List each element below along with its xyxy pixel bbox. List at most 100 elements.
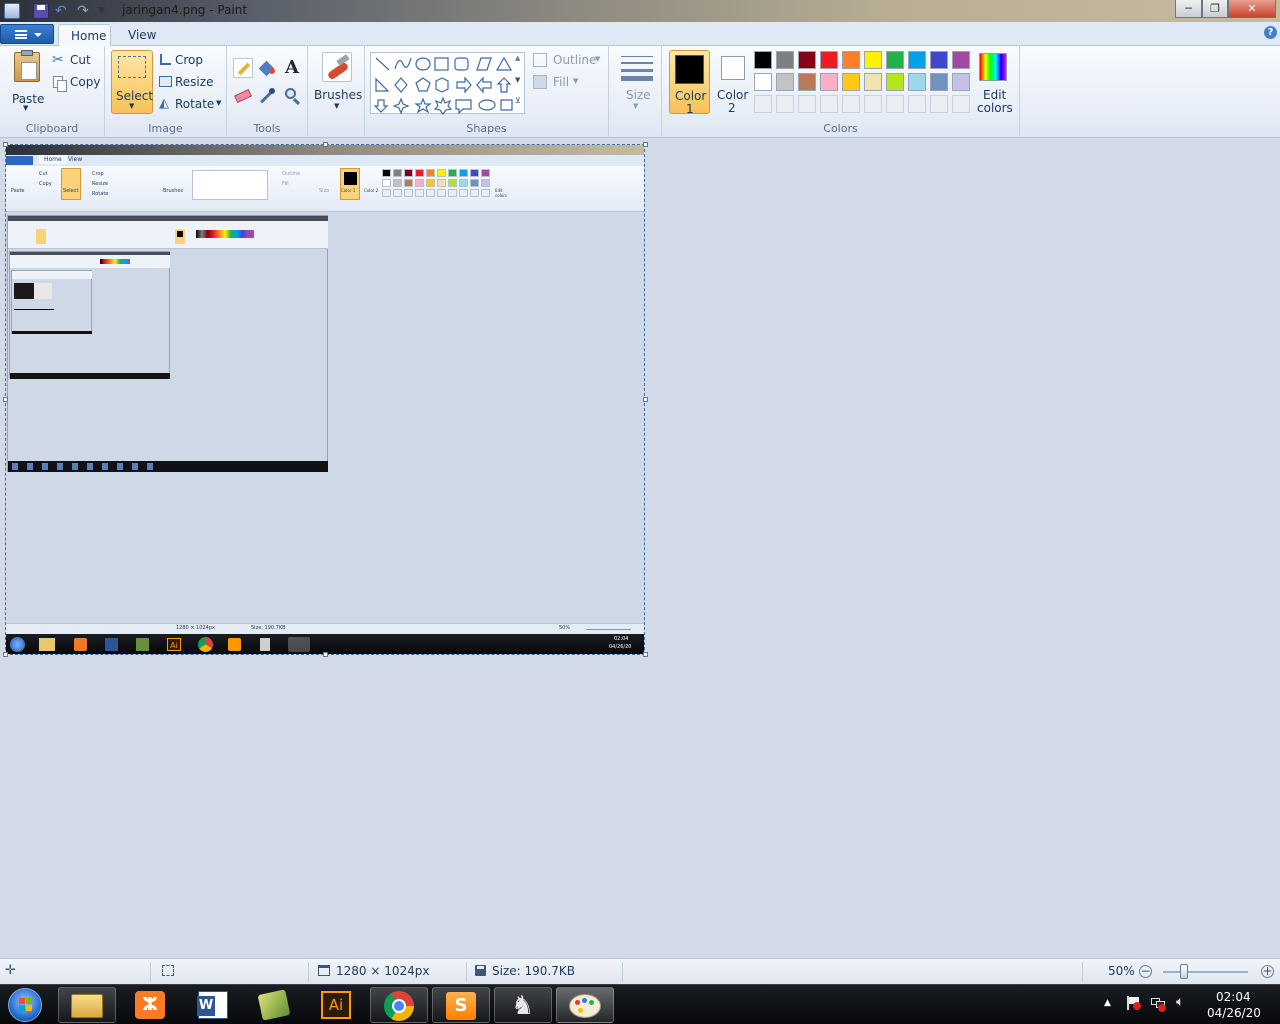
color1-button[interactable]: Color 1 [669,50,710,116]
palette-swatch[interactable] [930,51,948,69]
shapes-gallery-icons[interactable] [371,53,526,115]
taskbar-sublime-text[interactable]: S [432,987,490,1023]
help-icon[interactable]: ? [1264,26,1277,39]
inner-fill: Fill [282,181,289,187]
resize-button[interactable]: Resize [158,74,220,92]
taskbar-file-explorer[interactable] [58,987,116,1023]
customize-toolbar-chevron-icon[interactable]: ▼ [98,3,114,19]
fill-bucket-icon[interactable] [257,58,277,78]
zoom-in-button[interactable]: + [1261,965,1274,978]
resize-handle-tc[interactable] [323,142,328,147]
taskbar-xampp[interactable]: ⵣ [122,987,180,1023]
palette-swatch[interactable] [776,51,794,69]
edit-colors-button[interactable]: Edit colors [974,50,1016,115]
shapes-more-icon[interactable]: ⊻ [515,96,521,105]
taskbar-network-tool[interactable] [246,987,304,1023]
paint-menu-button[interactable] [0,24,54,44]
paste-button[interactable]: Paste ▼ [6,50,48,114]
custom-color-slot[interactable] [908,95,926,113]
minimize-button[interactable]: ─ [1175,0,1202,18]
resize-handle-tr[interactable] [643,142,648,147]
resize-handle-bc[interactable] [323,652,328,657]
undo-icon[interactable]: ↶ [55,3,71,19]
brushes-button[interactable]: Brushes ▼ [312,50,362,114]
size-button[interactable]: Size ▼ [615,50,657,114]
custom-color-slot[interactable] [930,95,948,113]
text-tool-icon[interactable]: A [282,57,302,78]
palette-swatch[interactable] [798,51,816,69]
select-button[interactable]: Select ▼ [111,50,153,114]
color-picker-icon[interactable] [257,86,277,106]
resize-handle-ml[interactable] [3,397,8,402]
taskbar-illustrator[interactable]: Ai [308,987,366,1023]
palette-swatch[interactable] [820,51,838,69]
palette-swatch[interactable] [864,51,882,69]
tab-home[interactable]: Home [58,24,111,47]
fill-button[interactable]: Fill ▼ [533,74,593,92]
copy-button[interactable]: Copy [52,74,102,92]
rainbow-palette-icon [979,53,1007,81]
paint-app-icon[interactable] [4,3,20,19]
show-hidden-icons-button[interactable]: ▲ [1104,998,1111,1008]
custom-color-slot[interactable] [952,95,970,113]
palette-swatch[interactable] [952,51,970,69]
outline-button[interactable]: Outline ▼ [533,52,603,70]
resize-handle-br[interactable] [643,652,648,657]
color2-button[interactable]: Color 2 [712,50,753,115]
tab-view[interactable]: View [116,24,168,47]
resize-handle-bl[interactable] [3,652,8,657]
crop-button[interactable]: Crop [158,52,218,70]
image-canvas[interactable]: Home View Paste Cut Copy Select Crop Res… [5,144,645,655]
palette-swatch[interactable] [930,73,948,91]
palette-swatch[interactable] [908,51,926,69]
volume-icon[interactable]: 🔈︎ [1176,994,1184,1010]
custom-color-slot[interactable] [776,95,794,113]
zoom-slider-thumb[interactable] [1180,964,1188,979]
redo-icon[interactable]: ↷ [77,3,93,19]
palette-swatch[interactable] [754,51,772,69]
palette-swatch[interactable] [842,51,860,69]
magnifier-icon[interactable] [282,86,302,106]
rotate-button[interactable]: ◭ Rotate ▼ [158,96,224,114]
taskbar-chrome[interactable] [370,987,428,1023]
palette-swatch[interactable] [952,73,970,91]
palette-swatch[interactable] [908,73,926,91]
palette-swatch[interactable] [886,73,904,91]
custom-color-slot[interactable] [842,95,860,113]
clock-date[interactable]: 04/26/20 [1207,1006,1261,1020]
clock-time[interactable]: 02:04 [1216,990,1251,1004]
ribbon-tab-row: Home View ? [0,22,1280,47]
brushes-dropdown-icon: ▼ [334,102,340,110]
cut-button[interactable]: ✂ Cut [52,52,102,70]
palette-swatch[interactable] [798,73,816,91]
palette-swatch[interactable] [776,73,794,91]
zoom-out-button[interactable]: − [1139,965,1152,978]
taskbar-word[interactable]: W [184,987,242,1023]
palette-swatch[interactable] [864,73,882,91]
shapes-scroll-up-icon[interactable]: ▲ [515,54,520,62]
canvas-area: Home View Paste Cut Copy Select Crop Res… [0,139,1280,958]
shapes-scroll-down-icon[interactable]: ▼ [515,76,520,84]
start-button[interactable] [6,987,46,1023]
palette-swatch[interactable] [820,73,838,91]
palette-swatch[interactable] [886,51,904,69]
maximize-button[interactable]: ❐ [1202,0,1228,18]
palette-swatch[interactable] [842,73,860,91]
close-button[interactable]: ✕ [1228,0,1276,18]
custom-color-slot[interactable] [798,95,816,113]
taskbar-paint[interactable] [556,987,614,1023]
custom-color-slot[interactable] [820,95,838,113]
taskbar-chess[interactable]: ♞ [494,987,552,1023]
pencil-icon[interactable] [233,58,253,78]
custom-color-slot[interactable] [886,95,904,113]
eraser-icon[interactable] [233,86,253,106]
palette-swatch[interactable] [754,73,772,91]
resize-handle-mr[interactable] [643,397,648,402]
custom-color-slot[interactable] [864,95,882,113]
network-icon[interactable] [1150,995,1166,1012]
custom-color-slot[interactable] [754,95,772,113]
action-center-flag-icon[interactable] [1125,995,1141,1011]
save-icon[interactable] [33,3,49,19]
resize-handle-tl[interactable] [3,142,8,147]
zoom-slider-track[interactable] [1163,971,1248,973]
